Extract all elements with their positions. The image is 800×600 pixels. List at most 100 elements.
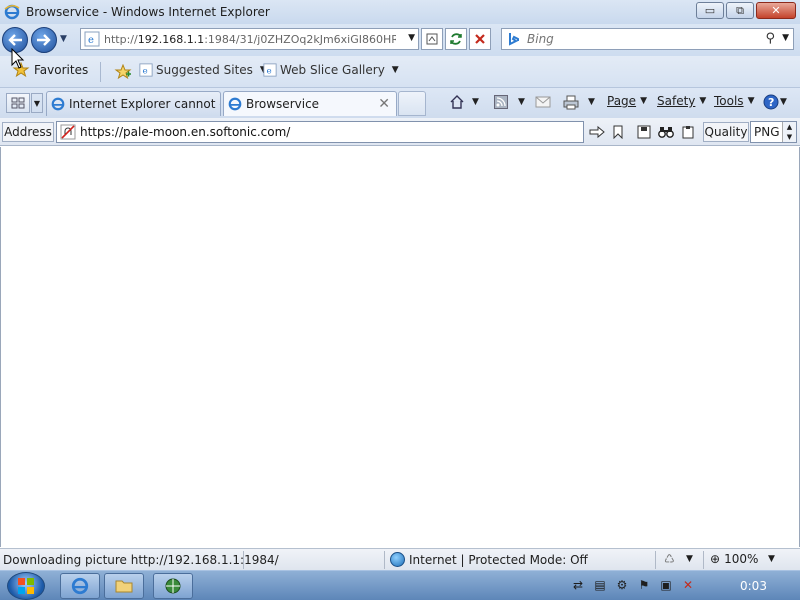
read-mail-button[interactable]: [534, 93, 552, 111]
title-bar: Browservice - Windows Internet Explorer …: [0, 0, 800, 24]
forward-arrow-icon: [37, 34, 51, 46]
svg-text:e: e: [267, 67, 272, 77]
chevron-down-icon: ▼: [640, 96, 647, 106]
favorites-label: Favorites: [34, 63, 89, 77]
stop-icon: [475, 34, 485, 44]
page-menu[interactable]: Page ▼: [607, 94, 647, 108]
new-tab-button[interactable]: [398, 91, 426, 116]
fav-item-label: Web Slice Gallery: [280, 63, 385, 77]
maximize-button[interactable]: ⧉: [726, 2, 754, 19]
search-box[interactable]: ⚲ ▼: [501, 28, 794, 50]
chevron-down-icon[interactable]: ▼: [686, 554, 693, 564]
search-options-dropdown[interactable]: ▼: [782, 33, 789, 43]
network-share-icon[interactable]: ⇄: [570, 577, 586, 593]
close-button[interactable]: ✕: [756, 2, 796, 19]
clipboard-button[interactable]: [678, 122, 698, 142]
tab-list-dropdown[interactable]: ▼: [31, 93, 43, 113]
ie-logo-icon: [4, 4, 20, 20]
safety-menu[interactable]: Safety ▼: [657, 94, 706, 108]
bookmark-button[interactable]: [608, 122, 628, 142]
address-value[interactable]: https://pale-moon.en.softonic.com/: [80, 125, 290, 139]
action-center-flag-icon[interactable]: ⚑: [636, 577, 652, 593]
print-button[interactable]: [562, 93, 580, 111]
feeds-button[interactable]: [492, 93, 510, 111]
home-button[interactable]: [448, 93, 466, 111]
document-icon[interactable]: ▤: [592, 577, 608, 593]
window-controls: ▭ ⧉ ✕: [696, 2, 796, 19]
mouse-cursor-icon: [11, 48, 25, 69]
main-address-field[interactable]: e http://192.168.1.1:1984/31/j0ZHZOq2kJm…: [80, 28, 419, 50]
quality-label: Quality: [703, 122, 749, 142]
compatibility-view-button[interactable]: [421, 28, 443, 50]
tools-menu[interactable]: Tools ▼: [714, 94, 754, 108]
folder-icon: [115, 580, 133, 593]
chevron-down-icon: ▼: [699, 96, 707, 106]
taskbar-network-app-button[interactable]: [153, 573, 193, 599]
network-globe-icon: [165, 578, 181, 594]
find-button[interactable]: [656, 122, 676, 142]
taskbar-clock[interactable]: 0:03: [740, 579, 767, 593]
taskbar-ie-button[interactable]: [60, 573, 100, 599]
fav-item-web-slice-gallery[interactable]: e Web Slice Gallery ▼: [263, 63, 399, 77]
main-url[interactable]: http://192.168.1.1:1984/31/j0ZHZOq2kJm6x…: [104, 33, 396, 46]
save-page-button[interactable]: [634, 122, 654, 142]
page-content[interactable]: [0, 147, 800, 547]
go-button[interactable]: [587, 122, 607, 142]
address-input[interactable]: https://pale-moon.en.softonic.com/: [56, 121, 584, 143]
safety-menu-label: Safety: [657, 94, 696, 108]
ie-logo-icon: [51, 97, 65, 111]
quality-spinner[interactable]: ▲ ▼: [782, 122, 796, 142]
print-dropdown[interactable]: ▼: [588, 97, 595, 107]
spin-down-icon[interactable]: ▼: [787, 133, 792, 141]
system-tray: ⇄ ▤ ⚙ ⚑ ▣ ✕: [570, 577, 696, 593]
zoom-control[interactable]: ⊕ 100%: [710, 552, 758, 566]
help-dropdown[interactable]: ▼: [780, 97, 787, 107]
zoom-dropdown[interactable]: ▼: [768, 554, 775, 564]
status-separator: [703, 551, 704, 569]
page-icon: e: [139, 63, 153, 77]
stop-button[interactable]: [469, 28, 491, 50]
search-icon[interactable]: ⚲: [765, 31, 775, 46]
tab-ie-cannot-display[interactable]: Internet Explorer cannot d...: [46, 91, 221, 116]
quality-select[interactable]: PNG ▲ ▼: [750, 121, 797, 143]
start-button[interactable]: [7, 572, 45, 600]
network-status-icon[interactable]: ▣: [658, 577, 674, 593]
page-icon: e: [84, 31, 100, 47]
help-icon: ?: [763, 94, 779, 110]
zoom-icon: ⊕: [710, 552, 721, 566]
search-input[interactable]: [527, 32, 767, 46]
close-tab-icon[interactable]: ✕: [378, 96, 390, 112]
fav-item-suggested-sites[interactable]: e Suggested Sites ▼: [139, 63, 267, 77]
refresh-button[interactable]: [445, 28, 467, 50]
printer-icon: [563, 95, 579, 110]
tab-command-bar: ▼ Internet Explorer cannot d... Browserv…: [0, 88, 800, 118]
address-dropdown-icon[interactable]: ▼: [408, 33, 415, 43]
mail-icon: [535, 96, 551, 108]
spin-up-icon[interactable]: ▲: [787, 123, 792, 131]
bookmark-icon: [613, 125, 623, 139]
volume-muted-icon[interactable]: ✕: [680, 577, 696, 593]
page-icon: e: [263, 63, 277, 77]
minimize-button[interactable]: ▭: [696, 2, 724, 19]
windows-logo-icon: [18, 578, 34, 594]
svg-text:e: e: [88, 35, 94, 46]
forward-button[interactable]: [31, 27, 57, 53]
fav-item-label: Suggested Sites: [156, 63, 253, 77]
security-center-icon[interactable]: ⚙: [614, 577, 630, 593]
navigation-bar: ▼ e http://192.168.1.1:1984/31/j0ZHZOq2k…: [0, 24, 800, 56]
taskbar-explorer-button[interactable]: [104, 573, 144, 599]
recent-pages-dropdown[interactable]: ▼: [60, 34, 67, 44]
ie-logo-icon: [228, 97, 242, 111]
page-address-bar: Address https://pale-moon.en.softonic.co…: [0, 118, 800, 146]
popup-blocker-icon[interactable]: ♺: [664, 552, 675, 566]
quick-tabs-button[interactable]: [6, 93, 30, 113]
bing-icon: [509, 33, 519, 46]
security-zone[interactable]: Internet | Protected Mode: Off: [390, 552, 588, 567]
help-button[interactable]: ?: [762, 93, 780, 111]
zoom-level: 100%: [724, 552, 759, 566]
tab-browservice[interactable]: Browservice ✕: [223, 91, 397, 116]
add-to-favorites-icon[interactable]: [114, 64, 132, 80]
feeds-dropdown[interactable]: ▼: [518, 97, 525, 107]
home-dropdown[interactable]: ▼: [472, 97, 479, 107]
status-bar: Downloading picture http://192.168.1.1:1…: [0, 548, 800, 570]
